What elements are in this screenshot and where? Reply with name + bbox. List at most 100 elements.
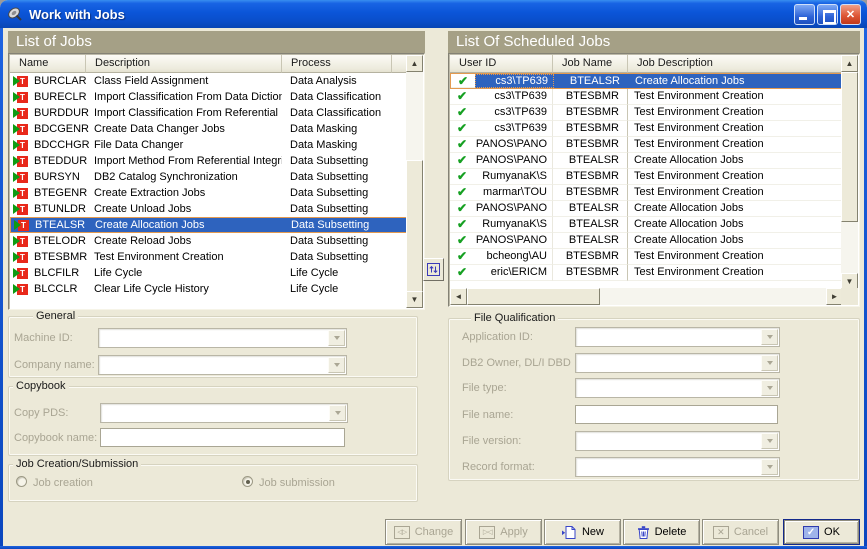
job-name-cell: BTEGENR xyxy=(34,187,86,199)
job-description-cell: Create Reload Jobs xyxy=(86,235,282,247)
jobs-table-vscrollbar[interactable]: ▲ ▼ xyxy=(406,55,423,308)
scheduled-jobs-table: User ID Job Name Job Description ✔cs3\TP… xyxy=(448,53,860,307)
scroll-thumb[interactable] xyxy=(841,72,858,222)
file-name-input[interactable] xyxy=(575,405,778,424)
column-header-job-description[interactable]: Job Description xyxy=(628,55,843,73)
table-row[interactable]: TBURECLRImport Classification From Data … xyxy=(10,89,408,105)
table-row[interactable]: TBTEDDURImport Method From Referential I… xyxy=(10,153,408,169)
table-row[interactable]: ✔cs3\TP639BTESBMRTest Environment Creati… xyxy=(450,89,843,105)
chevron-down-icon xyxy=(761,329,778,345)
jobs-table: Name Description Process TBURCLARClass F… xyxy=(8,53,425,310)
column-header-description[interactable]: Description xyxy=(86,55,282,73)
table-row[interactable]: ✔PANOS\PANOBTESBMRTest Environment Creat… xyxy=(450,137,843,153)
table-row[interactable]: TBTEALSRCreate Allocation JobsData Subse… xyxy=(10,217,408,233)
button-label: OK xyxy=(824,526,840,538)
scheduled-jobs-vscrollbar[interactable]: ▲ ▼ xyxy=(841,55,858,290)
table-row[interactable]: ✔eric\ERICMBTESBMRTest Environment Creat… xyxy=(450,265,843,281)
check-icon: ✔ xyxy=(450,185,474,201)
minimize-button[interactable] xyxy=(794,4,815,25)
close-button[interactable]: ✕ xyxy=(840,4,861,25)
job-description-cell: Create Data Changer Jobs xyxy=(86,123,282,135)
scroll-up-button[interactable]: ▲ xyxy=(841,55,858,72)
job-name-cell: BTESBMR xyxy=(553,249,628,265)
scroll-up-button[interactable]: ▲ xyxy=(406,55,423,72)
scroll-down-button[interactable]: ▼ xyxy=(406,291,423,308)
scheduled-jobs-hscrollbar[interactable]: ◄ ► xyxy=(450,288,843,305)
table-row[interactable]: ✔PANOS\PANOBTEALSRCreate Allocation Jobs xyxy=(450,153,843,169)
column-header-job-name[interactable]: Job Name xyxy=(553,55,628,73)
job-description-cell: Create Unload Jobs xyxy=(86,203,282,215)
button-label: Apply xyxy=(500,526,528,538)
green-play-icon xyxy=(13,236,20,246)
ok-button[interactable]: ✓OK xyxy=(783,519,860,545)
job-description-cell: Test Environment Creation xyxy=(86,251,282,263)
job-name-cell: BTESBMR xyxy=(553,105,628,121)
scroll-left-button[interactable]: ◄ xyxy=(450,288,467,305)
application-id-combobox xyxy=(575,327,780,347)
job-name-cell: BLCCLR xyxy=(34,283,86,295)
check-icon: ✔ xyxy=(450,89,474,105)
table-row[interactable]: TBTUNLDRCreate Unload JobsData Subsettin… xyxy=(10,201,408,217)
check-icon: ✔ xyxy=(450,105,474,121)
job-description-cell: Test Environment Creation xyxy=(628,105,843,121)
job-type-icon: T xyxy=(10,188,34,199)
scroll-thumb[interactable] xyxy=(406,160,423,293)
cancel-icon: ✕ xyxy=(713,526,729,539)
job-creation-radio-label: Job creation xyxy=(33,477,93,489)
table-row[interactable]: TBLCCLRClear Life Cycle HistoryLife Cycl… xyxy=(10,281,408,297)
table-row[interactable]: ✔RumyanaK\SBTESBMRTest Environment Creat… xyxy=(450,169,843,185)
job-name-cell: BDCGENR xyxy=(34,123,86,135)
maximize-button[interactable] xyxy=(817,4,838,25)
table-row[interactable]: TBURSYNDB2 Catalog SynchronizationData S… xyxy=(10,169,408,185)
job-type-icon: T xyxy=(10,204,34,215)
user-id-cell: cs3\TP639 xyxy=(474,105,553,121)
table-row[interactable]: TBTEGENRCreate Extraction JobsData Subse… xyxy=(10,185,408,201)
table-row[interactable]: ✔PANOS\PANOBTEALSRCreate Allocation Jobs xyxy=(450,201,843,217)
table-row[interactable]: ✔PANOS\PANOBTEALSRCreate Allocation Jobs xyxy=(450,233,843,249)
right-panel-header: List Of Scheduled Jobs xyxy=(448,31,860,53)
column-header-name[interactable]: Name xyxy=(10,55,86,73)
chevron-down-icon xyxy=(761,380,778,396)
job-description-cell: Create Allocation Jobs xyxy=(628,153,843,169)
column-header-process[interactable]: Process xyxy=(282,55,392,73)
new-button[interactable]: New xyxy=(544,519,621,545)
chevron-down-icon xyxy=(761,433,778,449)
delete-button[interactable]: Delete xyxy=(623,519,700,545)
green-play-icon xyxy=(13,268,20,278)
table-row[interactable]: TBURCLARClass Field AssignmentData Analy… xyxy=(10,73,408,89)
user-id-cell: cs3\TP639 xyxy=(474,121,553,137)
job-name-cell: BLCFILR xyxy=(34,267,86,279)
scrollbar-corner xyxy=(841,288,858,305)
table-row[interactable]: ✔RumyanaK\SBTEALSRCreate Allocation Jobs xyxy=(450,217,843,233)
table-row[interactable]: ✔cs3\TP639BTESBMRTest Environment Creati… xyxy=(450,121,843,137)
table-row[interactable]: TBDCCHGRFile Data ChangerData Masking xyxy=(10,137,408,153)
user-id-cell: cs3\TP639 xyxy=(474,89,553,105)
table-row[interactable]: ✔cs3\TP639BTESBMRTest Environment Creati… xyxy=(450,105,843,121)
job-type-icon: T xyxy=(10,156,34,167)
job-name-cell: BURECLR xyxy=(34,91,86,103)
green-play-icon xyxy=(13,140,20,150)
title-bar[interactable]: Work with Jobs ✕ xyxy=(0,0,867,28)
table-row[interactable]: ✔bcheong\AUBTESBMRTest Environment Creat… xyxy=(450,249,843,265)
table-row[interactable]: TBURDDURImport Classification From Refer… xyxy=(10,105,408,121)
table-row[interactable]: TBTELODRCreate Reload JobsData Subsettin… xyxy=(10,233,408,249)
file-name-label: File name: xyxy=(462,409,513,421)
column-header-user-id[interactable]: User ID xyxy=(450,55,553,73)
green-play-icon xyxy=(13,284,20,294)
table-row[interactable]: TBLCFILRLife CycleLife Cycle xyxy=(10,265,408,281)
transfer-job-button[interactable] xyxy=(423,258,444,281)
job-type-icon: T xyxy=(11,220,35,231)
check-icon: ✔ xyxy=(450,217,474,233)
check-icon: ✔ xyxy=(450,153,474,169)
table-row[interactable]: TBDCGENRCreate Data Changer JobsData Mas… xyxy=(10,121,408,137)
table-row[interactable]: ✔marmar\TOUBTESBMRTest Environment Creat… xyxy=(450,185,843,201)
job-name-cell: BURSYN xyxy=(34,171,86,183)
table-row[interactable]: ✔cs3\TP639BTEALSRCreate Allocation Jobs xyxy=(450,73,843,89)
copybook-name-input[interactable] xyxy=(100,428,345,447)
job-name-cell: BURDDUR xyxy=(34,107,86,119)
scroll-thumb[interactable] xyxy=(467,288,600,305)
table-row[interactable]: TBTESBMRTest Environment CreationData Su… xyxy=(10,249,408,265)
job-description-cell: Test Environment Creation xyxy=(628,89,843,105)
general-group-title: General xyxy=(33,310,78,322)
job-type-icon: T xyxy=(10,108,34,119)
